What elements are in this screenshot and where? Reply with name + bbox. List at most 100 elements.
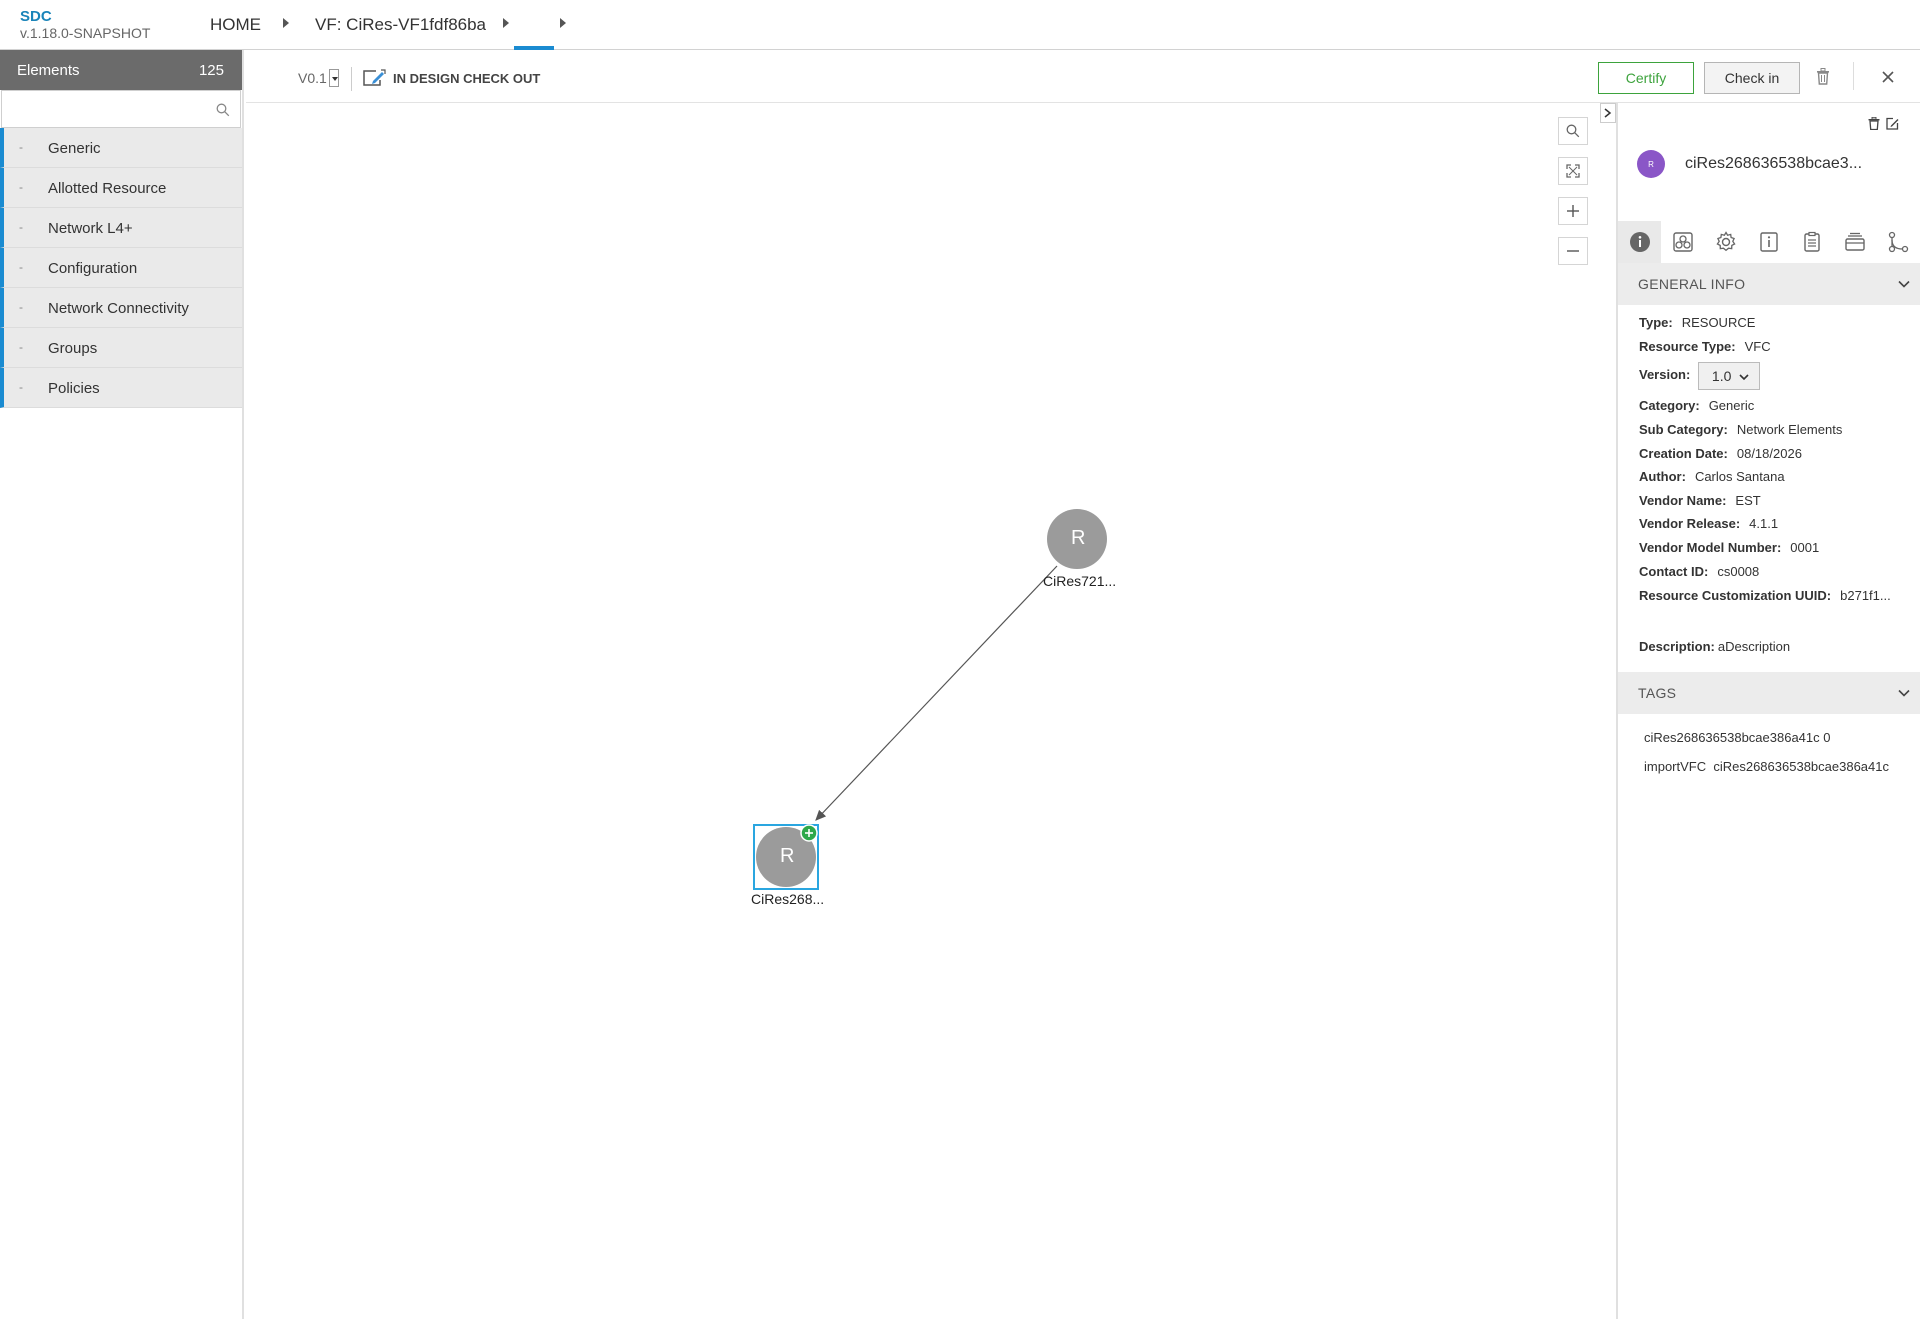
palette-item-label: Network Connectivity [48,300,189,317]
tab-general-info[interactable] [1618,221,1661,263]
workspace-toolbar: V0.1 IN DESIGN CHECK OUT Certify Check i… [246,50,1920,103]
general-info-title: GENERAL INFO [1638,276,1746,292]
palette-title: Elements [17,61,80,79]
clipboard-icon [1803,231,1820,252]
palette-search [1,90,241,128]
palette-item-label: Network L4+ [48,220,133,237]
breadcrumb-home[interactable]: HOME [210,15,261,35]
trash-icon[interactable] [1816,68,1830,85]
tab-properties[interactable] [1704,221,1747,263]
general-info-header[interactable]: GENERAL INFO [1618,263,1920,305]
tab-requirements-capabilities[interactable] [1833,221,1876,263]
avatar: R [1637,150,1665,178]
chevron-down-icon [1739,374,1749,381]
tag-item: importVFC ciRes268636538bcae386a41c [1644,759,1889,774]
toolbar-divider [351,67,352,91]
info-category: Category: Generic [1639,398,1755,413]
palette-search-input[interactable] [2,91,240,127]
certify-button[interactable]: Certify [1598,62,1694,94]
chevron-down-icon [1898,280,1910,288]
status-text: IN DESIGN CHECK OUT [393,70,541,86]
palette-item-label: Groups [48,340,98,357]
collapse-dash-icon: - [19,140,23,154]
palette-item-groups[interactable]: - Groups [0,328,242,368]
elements-palette: Elements 125 - Generic - Allotted Resour… [0,50,244,1319]
version-value: V0.1 [298,70,327,86]
node-letter: R [1071,527,1086,549]
tab-deployment-artifacts[interactable] [1661,221,1704,263]
info-contact-id: Contact ID: cs0008 [1639,564,1760,579]
info-circle-icon [1629,232,1650,252]
info-description: Description: aDescription [1639,639,1791,654]
plus-icon [1567,205,1579,217]
check-in-button[interactable]: Check in [1704,62,1800,94]
top-bar: SDC v.1.18.0-SNAPSHOT HOME VF: CiRes-VF1… [0,0,1920,50]
palette-header: Elements 125 [0,50,242,90]
breadcrumb-arrow-icon[interactable] [503,18,509,28]
palette-item-label: Allotted Resource [48,180,167,197]
gear-icon [1715,231,1736,252]
node-label[interactable]: CiRes721... [1043,573,1116,589]
info-vendor-release: Vendor Release: 4.1.1 [1639,516,1779,531]
canvas-graph [753,509,1107,890]
breadcrumb-vf[interactable]: VF: CiRes-VF1fdf86ba [315,15,486,35]
node-letter: R [780,845,795,867]
palette-count: 125 [198,61,224,79]
canvas-search-button[interactable] [1558,117,1588,145]
palette-item-generic[interactable]: - Generic [0,128,242,168]
tab-information-artifacts[interactable] [1747,221,1790,263]
expand-icon [1566,164,1580,178]
info-author: Author: Carlos Santana [1639,469,1785,484]
collapse-dash-icon: - [19,180,23,194]
app-name: SDC [20,8,52,25]
palette-item-allotted-resource[interactable]: - Allotted Resource [0,168,242,208]
fit-to-screen-button[interactable] [1558,157,1588,185]
collapse-dash-icon: - [19,300,23,314]
artifacts-icon [1672,232,1693,252]
palette-item-policies[interactable]: - Policies [0,368,242,408]
toolbar-divider [1853,62,1854,90]
relations-icon [1888,231,1908,253]
delete-icon[interactable] [1868,117,1880,130]
info-version: Version: 1.0 [1639,362,1760,390]
lifecycle-status: IN DESIGN CHECK OUT [362,69,540,87]
palette-item-label: Policies [48,380,100,397]
tab-api-artifacts[interactable] [1790,221,1833,263]
info-creation-date: Creation Date: 08/18/2026 [1639,446,1802,461]
component-name: ciRes268636538bcae3... [1685,155,1863,172]
breadcrumb-arrow-icon[interactable] [560,18,566,28]
checkout-edit-icon [363,69,386,86]
breadcrumb-arrow-icon[interactable] [283,18,289,28]
dropdown-caret-icon [328,69,339,88]
info-resource-type: Resource Type: VFC [1639,339,1771,354]
composition-canvas[interactable]: R CiRes721... R CiRes268... [246,103,1616,1319]
info-type: Type: RESOURCE [1639,315,1756,330]
relation-edge[interactable] [815,565,1058,821]
node-label[interactable]: CiRes268... [751,891,824,907]
tags-header[interactable]: TAGS [1618,672,1920,714]
search-icon [1566,124,1580,138]
details-panel: R ciRes268636538bcae3... GENERAL INFO Ty… [1616,103,1920,1319]
palette-item-label: Configuration [48,260,138,277]
collapse-dash-icon: - [19,380,23,394]
tag-item: ciRes268636538bcae386a41c 0 [1644,730,1831,745]
brand[interactable]: SDC v.1.18.0-SNAPSHOT [20,9,150,42]
zoom-in-button[interactable] [1558,197,1588,225]
edit-icon[interactable] [1886,117,1899,130]
version-dropdown[interactable]: 1.0 [1697,362,1760,390]
palette-item-configuration[interactable]: - Configuration [0,248,242,288]
chevron-down-icon [1898,689,1910,697]
info-vendor-name: Vendor Name: EST [1639,493,1761,508]
palette-item-network-connectivity[interactable]: - Network Connectivity [0,288,242,328]
version-select[interactable]: V0.1 [298,69,339,88]
chevron-right-icon [1604,108,1612,118]
collapse-dash-icon: - [19,340,23,354]
collapse-panel-button[interactable] [1600,103,1616,123]
minus-icon [1567,250,1579,252]
search-icon[interactable] [216,103,230,117]
tab-relations[interactable] [1876,221,1919,263]
close-icon[interactable] [1881,70,1895,84]
stack-icon [1844,232,1865,251]
zoom-out-button[interactable] [1558,237,1588,265]
palette-item-network-l4[interactable]: - Network L4+ [0,208,242,248]
